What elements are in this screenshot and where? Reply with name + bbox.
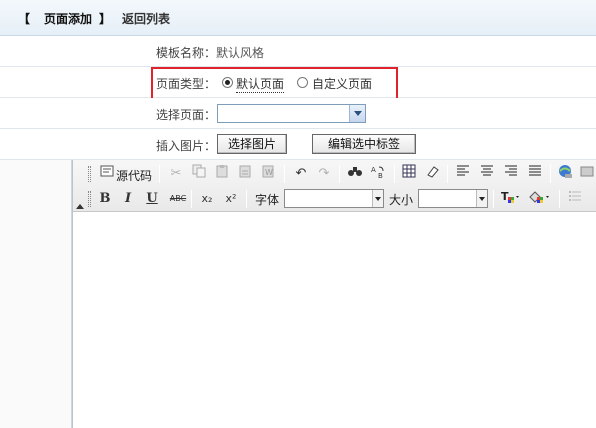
svg-text:W: W	[265, 168, 273, 177]
align-left-icon[interactable]	[453, 164, 473, 184]
chevron-down-icon[interactable]	[349, 105, 365, 122]
chevron-down-icon[interactable]	[476, 190, 487, 207]
edit-selected-tag-button[interactable]: 编辑选中标签	[312, 134, 416, 154]
select-page-dropdown[interactable]	[217, 104, 366, 123]
bracket-left: 【	[18, 12, 31, 26]
toolbar-separator	[394, 165, 395, 183]
page-title: 页面添加	[44, 12, 93, 26]
justify-icon[interactable]	[525, 164, 545, 184]
toolbar-separator	[493, 190, 494, 208]
copy-icon[interactable]	[189, 164, 209, 184]
eraser-icon[interactable]	[422, 164, 442, 184]
toolbar-grip	[88, 191, 91, 207]
text-color-icon[interactable]: T	[499, 189, 523, 209]
chevron-down-icon[interactable]	[372, 190, 383, 207]
align-right-icon[interactable]	[501, 164, 521, 184]
insert-image-row: 插入图片：	[0, 129, 596, 160]
paste-text-icon[interactable]	[235, 164, 255, 184]
flash-icon[interactable]	[577, 164, 596, 184]
page-header: 【 页面添加 】 返回列表	[0, 0, 596, 36]
template-name-value: 默认风格	[216, 46, 265, 60]
underline-icon[interactable]: U	[142, 189, 162, 209]
back-to-list-link[interactable]: 返回列表	[122, 10, 170, 27]
size-label: 大小	[389, 193, 414, 207]
toolbar-separator	[159, 165, 160, 183]
size-select[interactable]	[418, 189, 488, 208]
link-icon[interactable]	[555, 164, 575, 184]
paste-icon[interactable]	[212, 164, 232, 184]
paste-word-icon[interactable]: W	[258, 164, 278, 184]
toolbar-separator	[284, 165, 285, 183]
source-code-icon[interactable]	[97, 164, 117, 184]
collapse-toolbar-icon[interactable]	[76, 204, 84, 209]
highlight-annotation	[151, 67, 398, 101]
template-name-label: 模板名称：	[156, 46, 217, 60]
superscript-icon[interactable]: x²	[221, 189, 241, 209]
toolbar-separator	[550, 165, 551, 183]
template-name-row: 模板名称： 默认风格	[0, 36, 596, 67]
toolbar-grip	[88, 166, 91, 182]
svg-text:T: T	[501, 190, 509, 203]
subscript-icon[interactable]: x₂	[197, 189, 217, 209]
toolbar-separator	[246, 190, 247, 208]
redo-icon[interactable]: ↷	[314, 164, 334, 184]
svg-text:B: B	[378, 172, 383, 180]
toolbar-separator	[559, 190, 560, 208]
find-icon[interactable]	[345, 164, 365, 184]
bold-icon[interactable]: B	[95, 189, 115, 209]
editor-content-area[interactable]	[74, 213, 596, 428]
source-code-label[interactable]: 源代码	[116, 167, 152, 184]
background-color-icon[interactable]	[527, 189, 553, 209]
editor-left-gutter	[0, 160, 72, 428]
insert-image-label: 插入图片：	[156, 139, 217, 153]
align-center-icon[interactable]	[477, 164, 497, 184]
choose-image-button[interactable]: 选择图片	[217, 134, 287, 154]
toolbar-separator	[191, 190, 192, 208]
undo-icon[interactable]: ↶	[291, 164, 311, 184]
font-select[interactable]	[284, 189, 384, 208]
font-label: 字体	[255, 193, 280, 207]
italic-icon[interactable]: I	[118, 189, 138, 209]
list-icon[interactable]	[565, 189, 585, 209]
replace-icon[interactable]: AB	[368, 164, 388, 184]
editor-toolbar: 源代码 ✂ W ↶ ↷ AB B I U ABC x₂ x² 字体 大小 T	[73, 160, 596, 212]
svg-text:A: A	[371, 166, 376, 174]
toolbar-separator	[339, 165, 340, 183]
bracket-right: 】	[99, 12, 112, 26]
table-icon[interactable]	[399, 164, 419, 184]
cut-icon[interactable]: ✂	[166, 164, 186, 184]
select-page-label: 选择页面：	[156, 108, 217, 122]
rich-text-editor: 源代码 ✂ W ↶ ↷ AB B I U ABC x₂ x² 字体 大小 T	[72, 160, 596, 428]
toolbar-separator	[447, 165, 448, 183]
strikethrough-icon[interactable]: ABC	[166, 189, 190, 209]
